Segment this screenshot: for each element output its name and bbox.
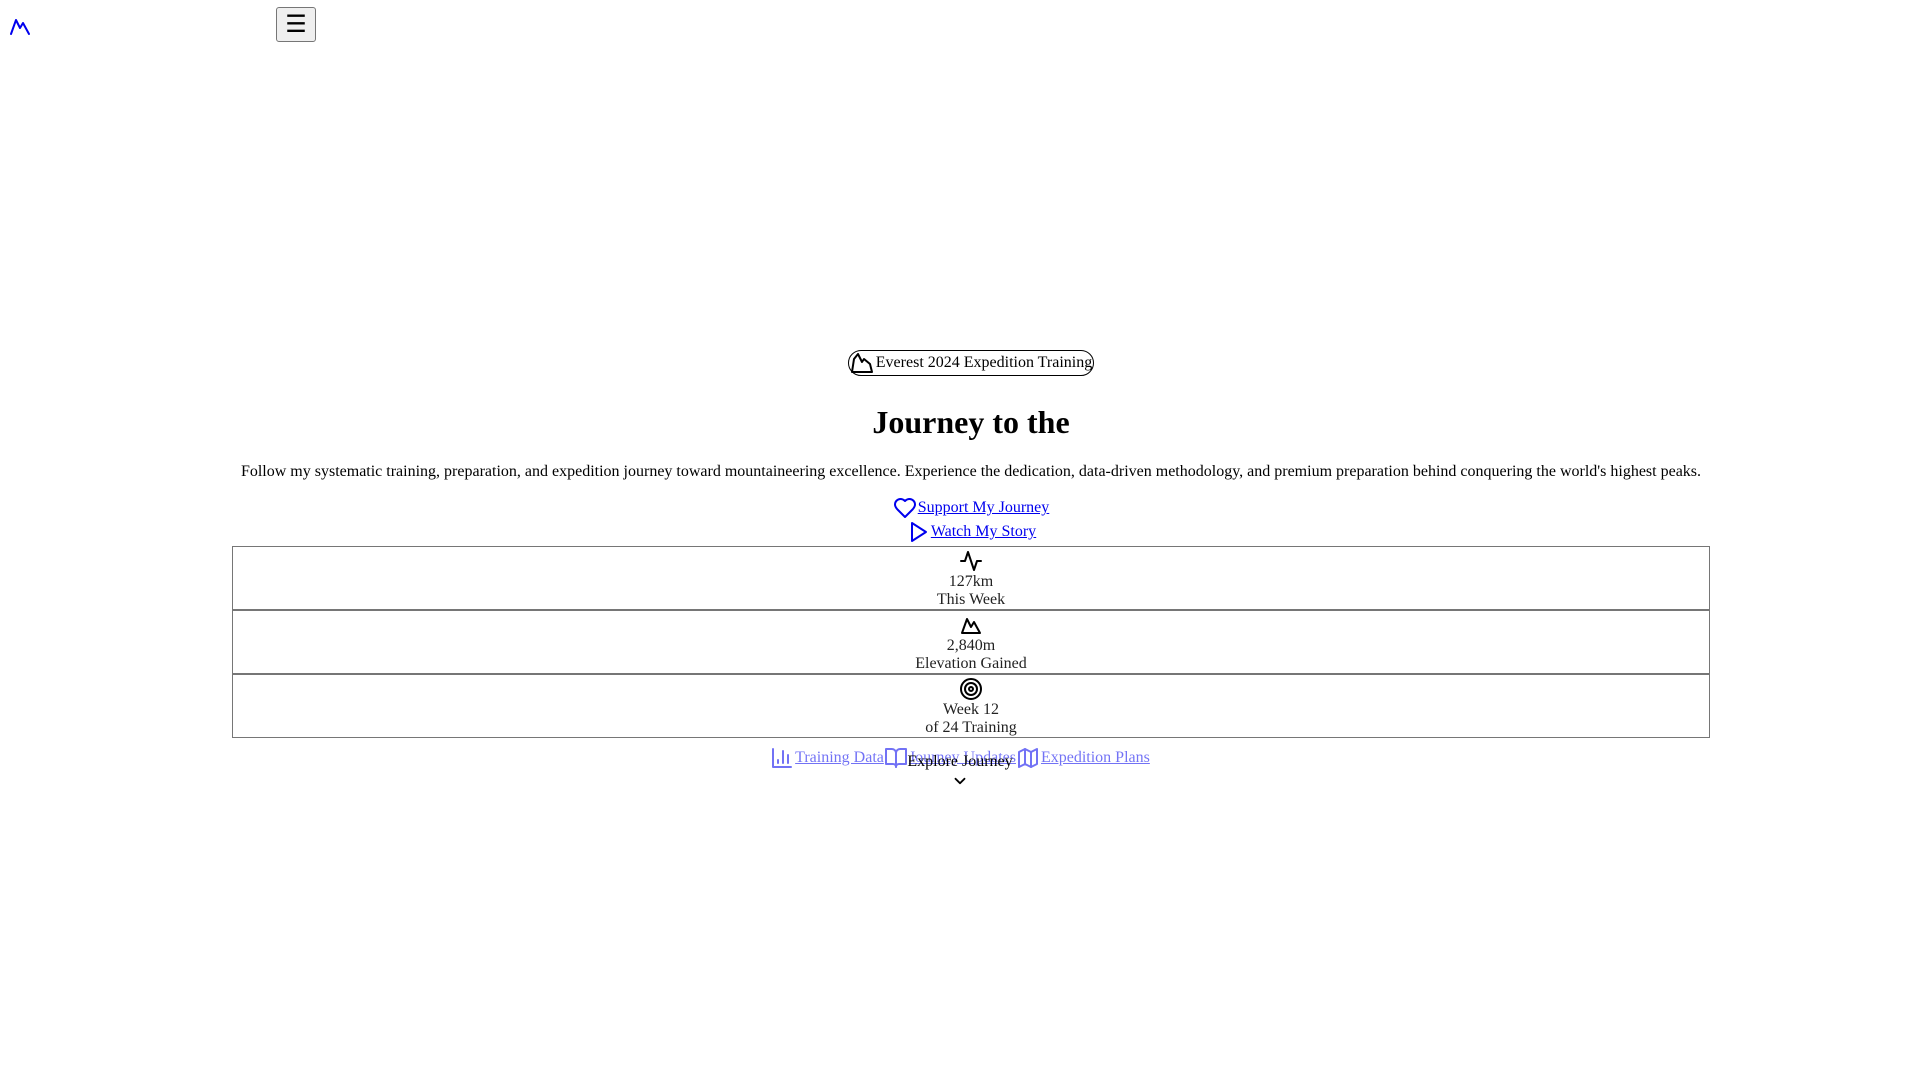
page-title: Journey to the bbox=[872, 404, 1070, 440]
stat-label: This Week bbox=[936, 591, 1006, 608]
explore-journey-button[interactable]: Explore Journey bbox=[0, 752, 1920, 790]
stat-card-elevation: 2,840m Elevation Gained bbox=[232, 610, 1710, 674]
mountain-icon bbox=[850, 353, 873, 373]
watch-story-label[interactable]: Watch My Story bbox=[931, 522, 1036, 542]
hero-badge-row: Everest 2024 Expedition Training bbox=[232, 350, 1710, 380]
expedition-badge: Everest 2024 Expedition Training bbox=[847, 350, 1095, 376]
stat-card-distance: 127km This Week bbox=[232, 546, 1710, 610]
badge-label: Everest 2024 Expedition Training bbox=[875, 354, 1093, 371]
stat-label: of 24 Training bbox=[925, 719, 1017, 736]
support-journey-label[interactable]: Support My Journey bbox=[918, 498, 1050, 518]
hero-intro: Follow my systematic training, preparati… bbox=[240, 463, 1702, 480]
stat-value: 2,840m bbox=[946, 637, 996, 654]
stats-list: 127km This Week 2,840m Elevation Gained … bbox=[232, 546, 1710, 738]
hero-section: Everest 2024 Expedition Training Journey… bbox=[232, 350, 1710, 738]
activity-icon bbox=[960, 551, 982, 571]
support-journey-link[interactable]: Support My Journey bbox=[232, 496, 1710, 520]
mountain-icon[interactable] bbox=[8, 14, 32, 38]
chevron-down-icon bbox=[954, 777, 966, 785]
stat-card-training-week: Week 12 of 24 Training bbox=[232, 674, 1710, 738]
menu-button[interactable]: ☰ bbox=[276, 7, 316, 42]
stat-value: Week 12 bbox=[942, 701, 1000, 718]
watch-story-link[interactable]: Watch My Story bbox=[232, 520, 1710, 544]
mountain-icon bbox=[961, 618, 981, 634]
heart-icon bbox=[893, 498, 916, 518]
explore-label: Explore Journey bbox=[907, 753, 1013, 770]
top-navigation: ☰ bbox=[0, 0, 1920, 50]
stat-value: 127km bbox=[948, 573, 994, 590]
target-icon bbox=[960, 678, 982, 700]
stat-label: Elevation Gained bbox=[915, 655, 1027, 672]
play-icon bbox=[910, 522, 927, 542]
cta-group: Support My Journey Watch My Story bbox=[232, 496, 1710, 544]
